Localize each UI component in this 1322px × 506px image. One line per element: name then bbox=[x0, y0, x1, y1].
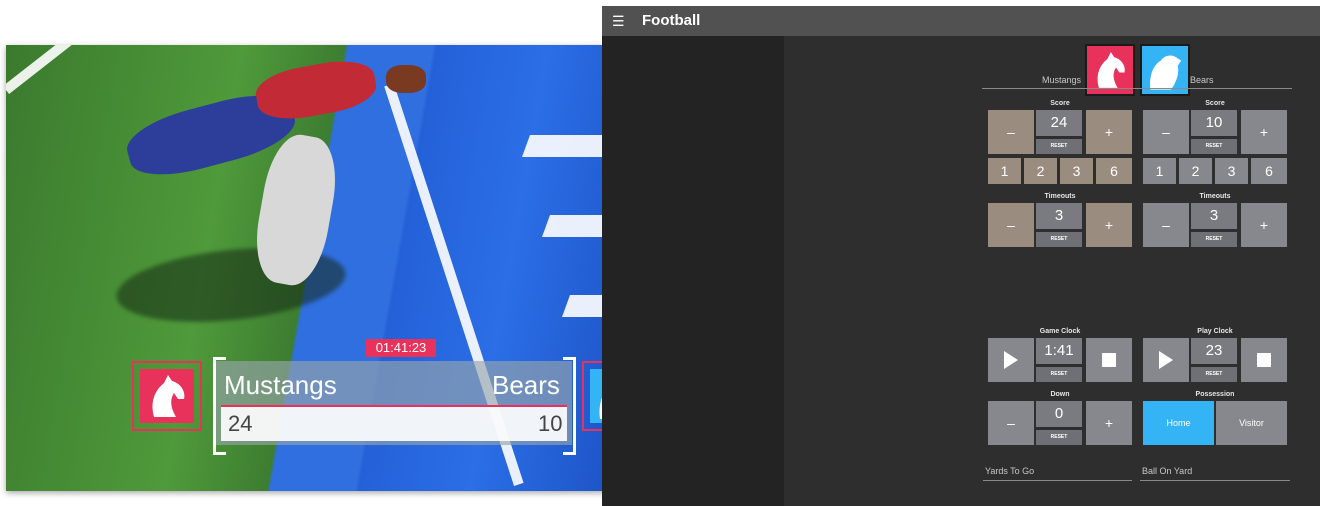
down-value: 0 bbox=[1036, 401, 1082, 427]
home-score-value: 24 bbox=[1036, 110, 1082, 136]
home-timeouts-plus-button[interactable]: + bbox=[1086, 203, 1132, 247]
home-add-1-button[interactable]: 1 bbox=[988, 158, 1021, 184]
app-title: Football bbox=[642, 12, 701, 29]
game-clock-reset-button[interactable]: RESET bbox=[1036, 367, 1082, 382]
horse-icon bbox=[1097, 52, 1125, 88]
home-score-reset-button[interactable]: RESET bbox=[1036, 139, 1082, 154]
game-clock-label: Game Clock bbox=[1039, 328, 1081, 335]
away-score-plus-button[interactable]: + bbox=[1241, 110, 1287, 154]
down-reset-button[interactable]: RESET bbox=[1036, 430, 1082, 445]
away-timeouts-label: Timeouts bbox=[1199, 193, 1231, 200]
yards-to-go-field[interactable]: Yards To Go bbox=[985, 466, 1034, 476]
down-minus-button[interactable]: – bbox=[988, 401, 1034, 445]
hamburger-icon[interactable]: ☰ bbox=[612, 13, 625, 30]
away-add-2-button[interactable]: 2 bbox=[1179, 158, 1212, 184]
home-timeouts-reset-button[interactable]: RESET bbox=[1036, 232, 1082, 247]
video-preview: 01:41:23 Mustangs Bears 24 10 bbox=[6, 45, 606, 491]
away-score-label: Score bbox=[1205, 100, 1225, 107]
ball-on-yard-underline bbox=[1140, 480, 1290, 481]
play-clock-stop-button[interactable] bbox=[1241, 338, 1287, 382]
scorebug-home-name: Mustangs bbox=[224, 370, 337, 400]
home-timeouts-label: Timeouts bbox=[1044, 193, 1076, 200]
home-score-minus-button[interactable]: – bbox=[988, 110, 1034, 154]
endzone-letter bbox=[561, 295, 606, 317]
down-label: Down bbox=[1050, 391, 1070, 398]
horse-icon bbox=[152, 375, 185, 417]
away-timeouts-reset-button[interactable]: RESET bbox=[1191, 232, 1237, 247]
home-add-2-button[interactable]: 2 bbox=[1024, 158, 1057, 184]
preview-area bbox=[602, 36, 784, 506]
home-add-3-button[interactable]: 3 bbox=[1060, 158, 1093, 184]
stop-icon bbox=[1257, 353, 1271, 367]
home-timeouts-minus-button[interactable]: – bbox=[988, 203, 1034, 247]
ball-on-yard-field[interactable]: Ball On Yard bbox=[1142, 466, 1192, 476]
away-timeouts-value: 3 bbox=[1191, 203, 1237, 229]
game-clock-play-button[interactable] bbox=[988, 338, 1034, 382]
polar-bear-icon bbox=[1150, 55, 1182, 90]
away-add-1-button[interactable]: 1 bbox=[1143, 158, 1176, 184]
down-plus-button[interactable]: + bbox=[1086, 401, 1132, 445]
scorebug-away-name: Bears bbox=[492, 370, 560, 400]
scorebug-score-box bbox=[221, 407, 567, 441]
away-add-6-button[interactable]: 6 bbox=[1251, 158, 1287, 184]
home-add-6-button[interactable]: 6 bbox=[1096, 158, 1132, 184]
control-panel: ☰ Football Mustangs Bears Score Score – … bbox=[602, 6, 1320, 506]
home-score-label: Score bbox=[1050, 100, 1070, 107]
endzone-letter bbox=[521, 135, 606, 157]
away-add-3-button[interactable]: 3 bbox=[1215, 158, 1248, 184]
game-clock-stop-button[interactable] bbox=[1086, 338, 1132, 382]
play-clock-play-button[interactable] bbox=[1143, 338, 1189, 382]
team-underline bbox=[982, 88, 1292, 89]
home-team-name[interactable]: Mustangs bbox=[1042, 75, 1081, 85]
possession-visitor-button[interactable]: Visitor bbox=[1216, 401, 1287, 445]
away-score-value: 10 bbox=[1191, 110, 1237, 136]
away-score-reset-button[interactable]: RESET bbox=[1191, 139, 1237, 154]
home-score-plus-button[interactable]: + bbox=[1086, 110, 1132, 154]
play-clock-reset-button[interactable]: RESET bbox=[1191, 367, 1237, 382]
scorebug-away-score: 10 bbox=[538, 411, 563, 436]
away-score-minus-button[interactable]: – bbox=[1143, 110, 1189, 154]
possession-home-button[interactable]: Home bbox=[1143, 401, 1214, 445]
football bbox=[386, 65, 426, 93]
scorebug-home-score: 24 bbox=[228, 411, 253, 436]
stop-icon bbox=[1102, 353, 1116, 367]
app-bar: ☰ Football bbox=[602, 6, 1320, 36]
away-timeouts-minus-button[interactable]: – bbox=[1143, 203, 1189, 247]
play-icon bbox=[1004, 351, 1018, 369]
away-timeouts-plus-button[interactable]: + bbox=[1241, 203, 1287, 247]
away-team-name[interactable]: Bears bbox=[1190, 75, 1214, 85]
game-clock-tag: 01:41:23 bbox=[366, 339, 436, 357]
play-clock-value: 23 bbox=[1191, 338, 1237, 364]
home-timeouts-value: 3 bbox=[1036, 203, 1082, 229]
yards-to-go-underline bbox=[983, 480, 1132, 481]
play-clock-label: Play Clock bbox=[1197, 328, 1233, 335]
possession-label: Possession bbox=[1195, 391, 1235, 398]
game-clock-value: 1:41 bbox=[1036, 338, 1082, 364]
play-icon bbox=[1159, 351, 1173, 369]
endzone-letter bbox=[541, 215, 606, 237]
scorebug-home-logo bbox=[132, 361, 202, 431]
